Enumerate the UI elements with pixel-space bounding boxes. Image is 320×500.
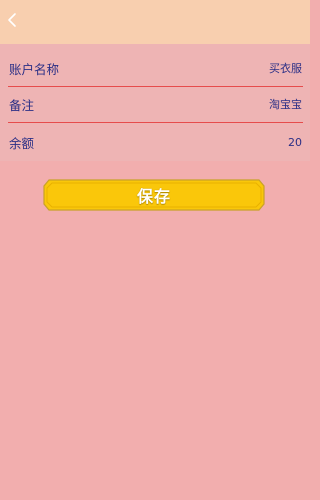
save-button[interactable]: 保存: [43, 179, 265, 211]
balance-row[interactable]: 余额 20: [0, 124, 310, 160]
account-name-label: 账户名称: [9, 61, 60, 77]
remark-label: 备注: [9, 97, 35, 113]
divider: [8, 122, 303, 123]
back-button[interactable]: [4, 12, 20, 32]
account-name-row[interactable]: 账户名称 买衣服: [0, 50, 310, 86]
remark-row[interactable]: 备注 淘宝宝: [0, 86, 310, 122]
top-bar: [0, 0, 310, 44]
remark-value[interactable]: 淘宝宝: [269, 96, 302, 112]
balance-value[interactable]: 20: [288, 136, 302, 149]
balance-label: 余额: [9, 135, 35, 151]
account-form: 账户名称 买衣服 备注 淘宝宝 余额 20: [0, 44, 310, 161]
chevron-left-icon: [7, 12, 17, 32]
save-button-label: 保存: [136, 187, 171, 206]
account-name-value[interactable]: 买衣服: [269, 60, 302, 76]
